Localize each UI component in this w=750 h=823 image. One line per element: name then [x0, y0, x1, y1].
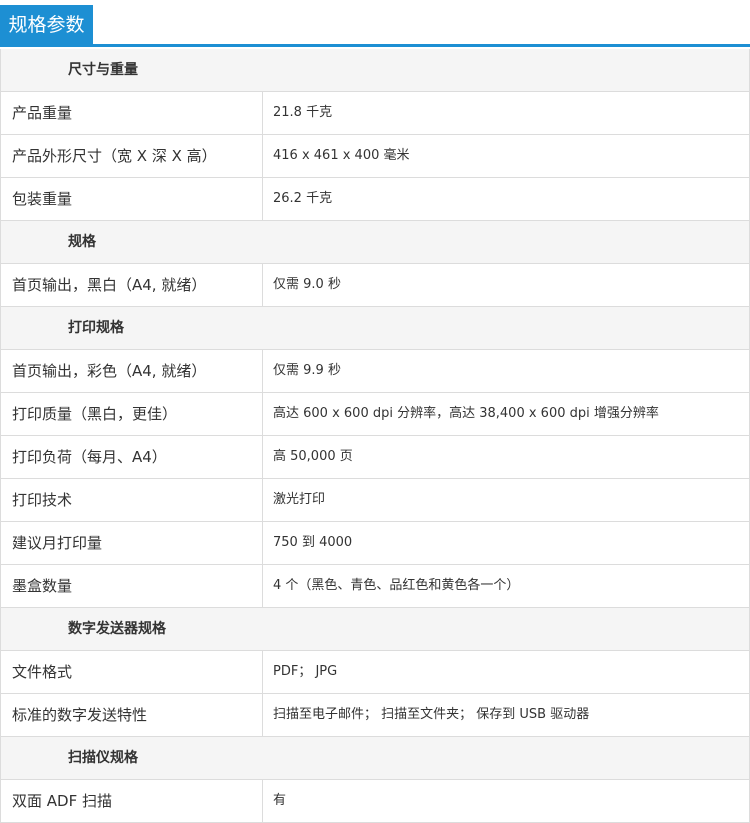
spec-label: 打印负荷（每月、A4）: [1, 436, 263, 478]
spec-row: 墨盒数量 4 个（黑色、青色、品红色和黄色各一个）: [1, 565, 749, 608]
spec-value: 750 到 4000: [273, 535, 353, 550]
spec-row: 打印负荷（每月、A4） 高 50,000 页: [1, 436, 749, 479]
spec-value: 扫描至电子邮件； 扫描至文件夹； 保存到 USB 驱动器: [273, 707, 590, 722]
spec-value: 高达 600 x 600 dpi 分辨率，高达 38,400 x 600 dpi…: [273, 406, 659, 421]
spec-row: 首页输出，彩色（A4, 就绪） 仅需 9.9 秒: [1, 350, 749, 393]
spec-row: 双面 ADF 扫描 有: [1, 780, 749, 823]
spec-label: 墨盒数量: [1, 565, 263, 607]
spec-label: 产品重量: [1, 92, 263, 134]
spec-value: 416 x 461 x 400 毫米: [273, 148, 410, 163]
spec-label: 打印质量（黑白，更佳）: [1, 393, 263, 435]
spec-row: 标准的数字发送特性 扫描至电子邮件； 扫描至文件夹； 保存到 USB 驱动器: [1, 694, 749, 737]
section-title: 数字发送器规格: [68, 621, 166, 637]
spec-label: 建议月打印量: [1, 522, 263, 564]
spec-row: 打印技术 激光打印: [1, 479, 749, 522]
spec-value: 仅需 9.9 秒: [273, 363, 341, 378]
section-title: 规格: [68, 234, 96, 250]
spec-value: 21.8 千克: [273, 105, 333, 120]
section-header-dimensions-weight: 尺寸与重量: [1, 49, 749, 92]
spec-row: 首页输出，黑白（A4, 就绪） 仅需 9.0 秒: [1, 264, 749, 307]
spec-table: 尺寸与重量 产品重量 21.8 千克 产品外形尺寸（宽 X 深 X 高） 416…: [0, 49, 750, 823]
spec-label: 标准的数字发送特性: [1, 694, 263, 736]
spec-label: 首页输出，黑白（A4, 就绪）: [1, 264, 263, 306]
section-header-specs: 规格: [1, 221, 749, 264]
section-title: 扫描仪规格: [68, 750, 138, 766]
spec-title-tab: 规格参数: [0, 5, 93, 44]
spec-label: 双面 ADF 扫描: [1, 780, 263, 822]
section-title: 尺寸与重量: [68, 62, 138, 78]
section-header-print-specs: 打印规格: [1, 307, 749, 350]
spec-row: 文件格式 PDF； JPG: [1, 651, 749, 694]
spec-row: 打印质量（黑白，更佳） 高达 600 x 600 dpi 分辨率，高达 38,4…: [1, 393, 749, 436]
spec-label: 打印技术: [1, 479, 263, 521]
spec-label: 首页输出，彩色（A4, 就绪）: [1, 350, 263, 392]
section-header-scanner-specs: 扫描仪规格: [1, 737, 749, 780]
spec-row: 建议月打印量 750 到 4000: [1, 522, 749, 565]
spec-value: 26.2 千克: [273, 191, 333, 206]
spec-value: 仅需 9.0 秒: [273, 277, 341, 292]
spec-row: 产品重量 21.8 千克: [1, 92, 749, 135]
spec-value: 有: [273, 793, 287, 808]
spec-value: 高 50,000 页: [273, 449, 353, 464]
header-underline: [0, 44, 750, 47]
spec-value: 4 个（黑色、青色、品红色和黄色各一个）: [273, 578, 520, 593]
spec-value: 激光打印: [273, 492, 326, 507]
section-header-digital-send-specs: 数字发送器规格: [1, 608, 749, 651]
section-title: 打印规格: [68, 320, 124, 336]
spec-label: 包装重量: [1, 178, 263, 220]
spec-label: 产品外形尺寸（宽 X 深 X 高）: [1, 135, 263, 177]
spec-row: 包装重量 26.2 千克: [1, 178, 749, 221]
spec-label: 文件格式: [1, 651, 263, 693]
spec-header: 规格参数: [0, 0, 750, 49]
spec-value: PDF； JPG: [273, 664, 338, 679]
spec-row: 产品外形尺寸（宽 X 深 X 高） 416 x 461 x 400 毫米: [1, 135, 749, 178]
